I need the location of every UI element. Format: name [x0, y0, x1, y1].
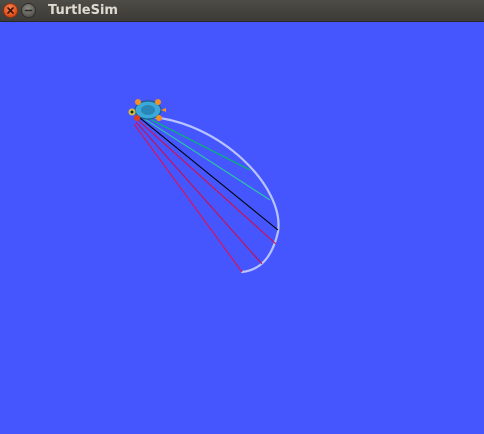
ray-pink-1 — [137, 119, 277, 245]
ray-teal — [139, 115, 271, 201]
close-icon — [7, 7, 14, 14]
turtle-canvas — [0, 22, 484, 434]
turtle-icon — [128, 99, 166, 121]
drawing-surface — [128, 99, 280, 274]
ray-pink-2 — [135, 121, 263, 265]
minimize-icon — [24, 9, 33, 12]
ray-green — [139, 113, 251, 171]
turtlesim-window: TurtleSim — [0, 0, 484, 434]
turtle-trail — [148, 115, 280, 274]
window-title: TurtleSim — [48, 3, 118, 18]
close-button[interactable] — [3, 3, 18, 18]
minimize-button[interactable] — [21, 3, 36, 18]
title-bar[interactable]: TurtleSim — [0, 0, 484, 22]
ray-lines — [133, 113, 279, 273]
trail-arc — [148, 115, 280, 274]
